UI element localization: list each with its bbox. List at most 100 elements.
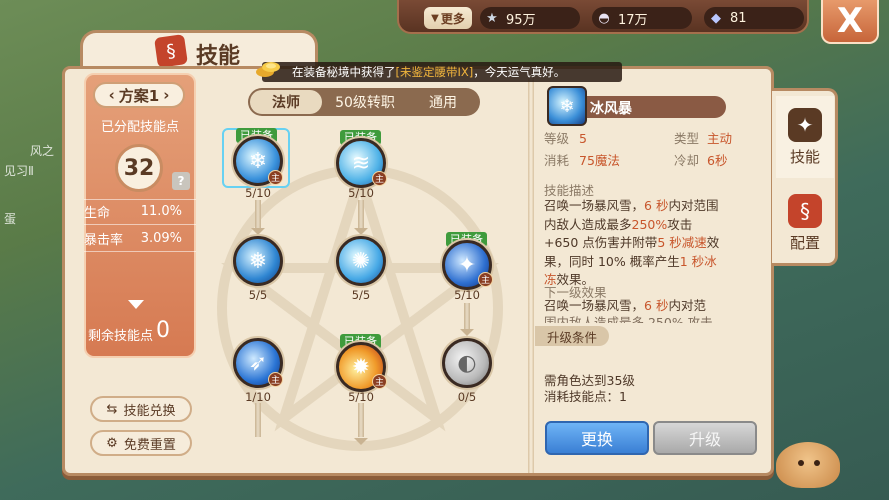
side-tab-label: 技能 [789,147,820,166]
swap-arrows-icon: ⇆ [106,401,118,417]
close-button[interactable]: X [821,0,879,44]
skill-book-icon: § [154,34,188,68]
stat-divider [84,224,196,225]
expand-stats-icon[interactable] [128,300,144,309]
swap-skill-button[interactable]: 更换 [545,421,649,455]
next-level-description-cut: 围内敌人造成最多 250% 攻击 [544,315,713,323]
tab-job-change[interactable]: 50级转职 [324,90,406,114]
bg-text-1: 风之 [30,144,55,158]
side-tab-label: 配置 [789,233,820,252]
skill-level: 5/5 [248,288,268,302]
burst-icon: ✺ [351,248,371,274]
gem-currency: ◆ 81 [704,7,804,29]
notice-suffix: ，今天运气真好。 [473,65,566,79]
stat-value: 11.0% [140,203,182,219]
cost-value: 75魔法 [579,153,620,168]
main-skill-badge: 主 [372,171,387,186]
level-label: 等级 [544,131,570,146]
skill-snowflake[interactable]: ❅ [233,236,283,286]
star-currency: ★ 95万 [480,7,580,29]
upgrade-skill-button[interactable]: 升级 [653,421,757,455]
skill-level: 5/10 [245,186,271,200]
book-spine [528,68,534,473]
detail-level: 等级 5 [544,128,587,147]
next-text: 召唤一场暴风雪， [544,298,645,313]
cooldown-value: 6秒 [707,153,728,168]
type-label: 类型 [674,131,700,146]
gear-icon: ⚙ [106,435,118,451]
bg-text-2: 见习Ⅱ [4,164,34,178]
chevron-down-icon: ▼ [431,12,439,24]
star-icon: ★ [486,10,498,26]
allocated-points-value: 32 [115,144,163,192]
bolt-icon: ➶ [248,350,268,376]
next-highlight: 6 秒 [644,298,669,313]
skill-level: 5/10 [348,186,374,200]
star-value: 95万 [506,12,536,28]
flame-icon: ✹ [351,354,371,380]
skill-exchange-label: 技能兑换 [123,403,176,419]
skill-exchange-button[interactable]: ⇆ 技能兑换 [90,396,192,422]
cooldown-label: 冷却 [674,153,700,168]
main-skill-badge: 主 [268,372,283,387]
detail-cost: 消耗 75魔法 [544,150,620,169]
shell-value: 17万 [618,12,648,28]
desc-highlight: 6 秒 [644,198,669,213]
remaining-points-label: 剩余技能点 [88,329,154,344]
next-text: 内对范 [668,298,706,313]
pet-critter [776,442,840,488]
more-button[interactable]: ▼ 更多 [424,7,472,29]
shield-icon: ◐ [457,350,477,376]
tree-link [358,403,364,437]
wave-icon: ≋ [351,150,371,176]
desc-highlight: 250% [631,216,668,232]
shell-icon: ◓ [598,10,610,26]
level-value: 5 [579,131,587,146]
skill-level: 0/5 [457,390,477,404]
tree-link [255,403,261,437]
detail-type: 类型 主动 [674,128,732,147]
stat-row-hp: 生命 11.0% [84,199,196,223]
free-reset-button[interactable]: ⚙ 免费重置 [90,430,192,456]
gem-value: 81 [730,10,747,26]
spirit-icon: ✦ [457,252,477,278]
stat-divider [84,251,196,252]
tree-link-arrow [251,228,265,235]
stat-label: 暴击率 [84,232,124,248]
side-tab-config[interactable]: § 配置 [776,182,834,264]
stat-row-crit: 暴击率 3.09% [84,226,196,250]
allocated-points-label: 已分配技能点 [100,120,179,135]
desc-highlight: 5 秒减速 [657,235,707,250]
skill-level: 5/10 [454,288,480,302]
main-skill-badge: 主 [268,170,283,185]
plan-label: 方案1 [118,86,160,105]
upgrade-conditions-tag: 升级条件 [535,326,609,346]
detail-cooldown: 冷却 6秒 [674,150,727,169]
tab-general[interactable]: 通用 [408,90,478,114]
cost-label: 消耗 [544,153,570,168]
notice-item: [未鉴定腰带IX] [395,65,474,79]
gold-coins-icon [256,62,280,77]
required-points: 消耗技能点：1 [544,389,627,404]
sparkle-hand-icon: ✦ [788,107,822,142]
snowflake-icon: ❅ [248,248,268,274]
desc-text: 召唤一场暴风雪， [544,198,645,213]
stat-label: 生命 [84,205,111,221]
loot-notice: 在装备秘境中获得了[未鉴定腰带IX]，今天运气真好。 [262,62,622,82]
chevron-left-icon: ‹ [108,86,115,104]
side-tab-skills[interactable]: ✦ 技能 [776,96,834,178]
plan-selector[interactable]: ‹ 方案1 › [93,82,185,108]
gem-icon: ◆ [711,10,721,26]
notice-prefix: 在装备秘境中获得了 [292,65,396,79]
tab-mage[interactable]: 法师 [250,90,322,114]
skill-ice-burst[interactable]: ✺ [336,236,386,286]
critter-eye [798,460,804,466]
skill-level: 5/10 [348,390,374,404]
critter-eye [814,460,820,466]
config-scroll-icon: § [788,193,822,228]
shell-currency: ◓ 17万 [592,7,692,29]
tree-link-arrow [354,228,368,235]
skill-stone-shield[interactable]: ◐ [442,338,492,388]
help-button[interactable]: ? [172,172,190,190]
skill-detail-icon: ❄ [547,86,587,126]
